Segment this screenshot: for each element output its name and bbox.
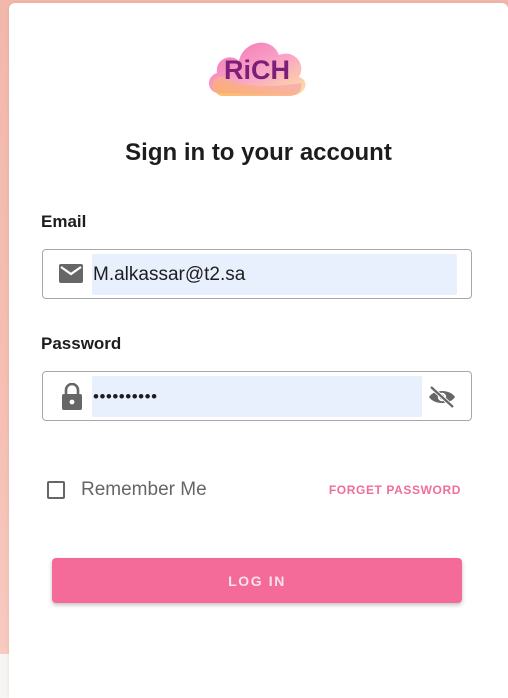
- password-input[interactable]: ••••••••••: [92, 376, 422, 417]
- eye-off-icon[interactable]: [427, 384, 457, 410]
- rich-logo: RiCH: [205, 33, 309, 99]
- forget-password-link[interactable]: FORGET PASSWORD: [329, 483, 461, 497]
- login-button[interactable]: LOG IN: [52, 558, 462, 603]
- password-label: Password: [41, 334, 122, 353]
- remember-label: Remember Me: [81, 479, 207, 500]
- remember-checkbox[interactable]: [47, 481, 65, 499]
- logo-text: RiCH: [224, 55, 290, 85]
- login-card: RiCH Sign in to your account Email M.alk…: [9, 3, 508, 698]
- password-field[interactable]: ••••••••••: [42, 371, 472, 421]
- email-field[interactable]: M.alkassar@t2.sa: [42, 249, 472, 299]
- mail-icon: [57, 262, 85, 286]
- page-title: Sign in to your account: [125, 139, 392, 166]
- email-label: Email: [41, 212, 87, 231]
- email-input[interactable]: M.alkassar@t2.sa: [92, 254, 457, 295]
- lock-icon: [61, 382, 89, 410]
- remember-me[interactable]: Remember Me: [47, 479, 207, 501]
